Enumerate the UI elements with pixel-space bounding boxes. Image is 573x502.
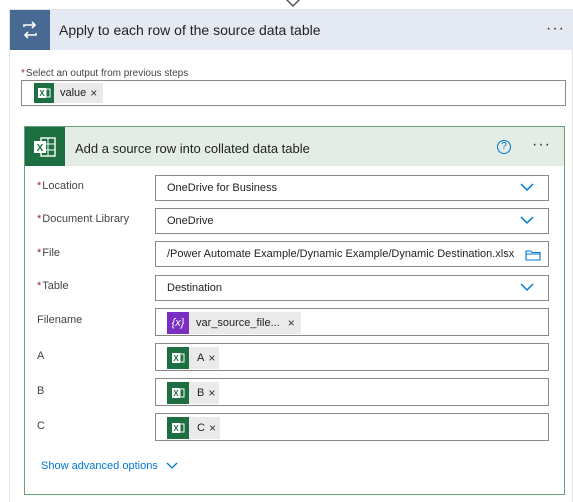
close-icon[interactable]: ×: [209, 421, 216, 435]
column-b-token-label: B: [197, 387, 205, 399]
column-b-label: B: [37, 385, 45, 397]
column-b-field[interactable]: X B ×: [155, 378, 549, 406]
document-library-value: OneDrive: [167, 215, 214, 227]
column-a-token[interactable]: X A ×: [167, 347, 220, 369]
file-value: /Power Automate Example/Dynamic Example/…: [167, 248, 515, 260]
excel-icon: X: [167, 347, 189, 369]
excel-icon: X: [167, 417, 189, 439]
close-icon[interactable]: ×: [288, 316, 295, 330]
svg-text:X: X: [39, 89, 45, 98]
column-c-token-label: C: [197, 422, 205, 434]
loop-more-button[interactable]: ···: [546, 20, 565, 38]
column-c-label: C: [37, 420, 45, 432]
location-label: *Location: [37, 180, 84, 192]
select-output-field[interactable]: X value ×: [21, 80, 566, 106]
column-a-label: A: [37, 350, 45, 362]
advanced-options-label: Show advanced options: [41, 460, 158, 472]
location-dropdown[interactable]: OneDrive for Business: [155, 175, 549, 201]
filename-label: Filename: [37, 314, 83, 326]
loop-title: Apply to each row of the source data tab…: [59, 22, 321, 38]
folder-icon[interactable]: [525, 249, 541, 261]
document-library-dropdown[interactable]: OneDrive: [155, 208, 549, 234]
excel-icon: X: [25, 127, 65, 166]
location-value: OneDrive for Business: [167, 182, 278, 194]
filename-field[interactable]: {x} var_source_file... ×: [155, 308, 549, 336]
output-token[interactable]: X value ×: [34, 83, 104, 103]
file-picker[interactable]: /Power Automate Example/Dynamic Example/…: [155, 241, 549, 267]
close-icon[interactable]: ×: [208, 386, 215, 400]
svg-text:X: X: [173, 424, 179, 433]
chevron-down-icon: [520, 283, 534, 292]
column-a-field[interactable]: X A ×: [155, 343, 549, 371]
down-arrow-icon: [285, 0, 301, 8]
excel-icon: X: [167, 382, 189, 404]
svg-text:X: X: [173, 354, 179, 363]
loop-icon: [10, 10, 50, 50]
close-icon[interactable]: ×: [208, 351, 215, 365]
column-c-field[interactable]: X C ×: [155, 413, 549, 441]
svg-text:X: X: [173, 389, 179, 398]
table-label: *Table: [37, 280, 69, 292]
column-b-token[interactable]: X B ×: [167, 382, 220, 404]
filename-token-label: var_source_file...: [196, 317, 280, 329]
loop-header[interactable]: Apply to each row of the source data tab…: [10, 10, 573, 50]
variable-icon: {x}: [167, 312, 189, 334]
chevron-down-icon: [520, 216, 534, 225]
column-c-token[interactable]: X C ×: [167, 417, 220, 439]
file-label: *File: [37, 247, 61, 259]
show-advanced-options-link[interactable]: Show advanced options: [41, 460, 178, 472]
chevron-down-icon: [166, 462, 178, 469]
document-library-label: *Document Library: [37, 213, 130, 225]
action-more-button[interactable]: ···: [532, 136, 551, 154]
add-row-action-card: X Add a source row into collated data ta…: [24, 126, 565, 495]
chevron-down-icon: [520, 183, 534, 192]
table-dropdown[interactable]: Destination: [155, 275, 549, 301]
filename-token[interactable]: {x} var_source_file... ×: [167, 312, 301, 334]
output-token-label: value: [60, 87, 87, 99]
table-value: Destination: [167, 282, 223, 294]
svg-text:X: X: [37, 143, 44, 154]
excel-icon: X: [34, 83, 54, 103]
action-title: Add a source row into collated data tabl…: [75, 141, 310, 156]
close-icon[interactable]: ×: [90, 86, 97, 100]
column-a-token-label: A: [197, 352, 205, 364]
action-header[interactable]: X Add a source row into collated data ta…: [25, 127, 564, 166]
help-icon[interactable]: ?: [497, 140, 511, 154]
select-output-label: *Select an output from previous steps: [21, 68, 189, 79]
